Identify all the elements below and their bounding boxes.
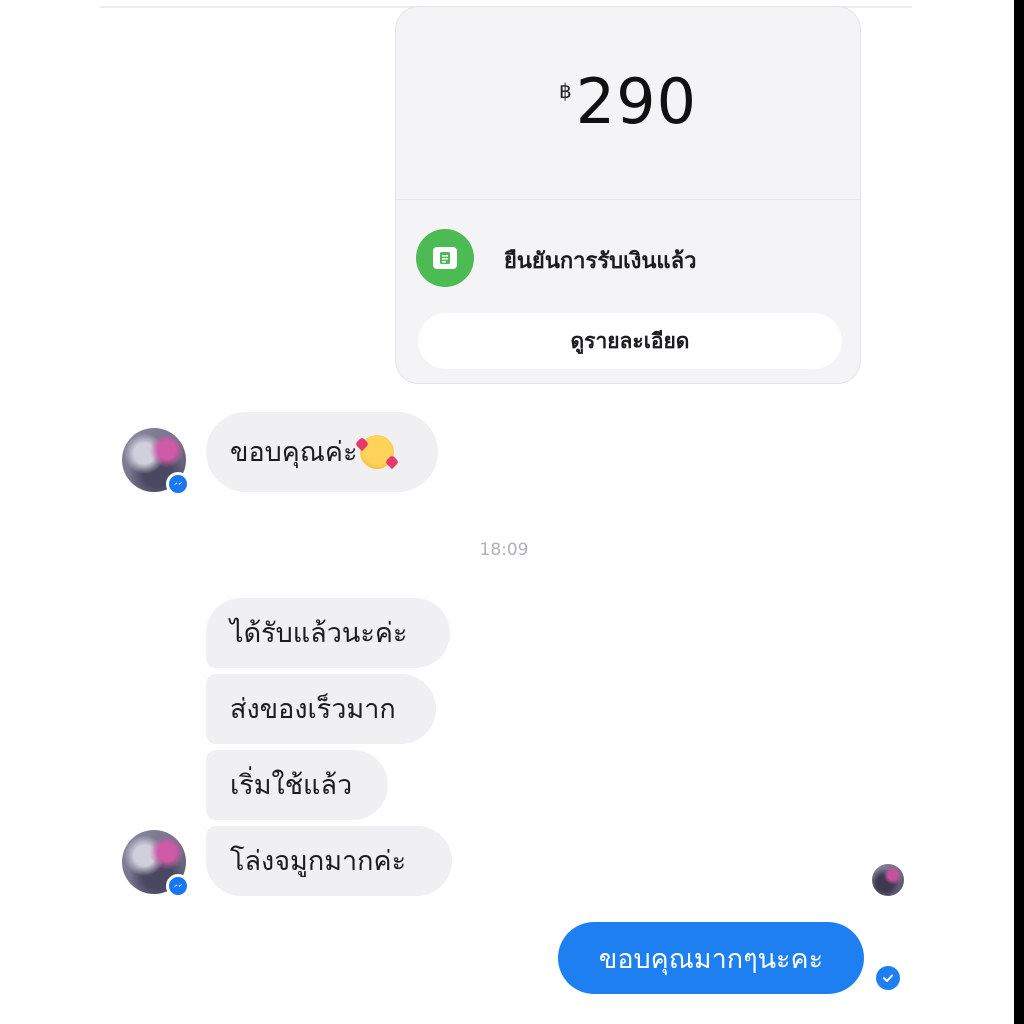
currency-symbol: ฿ xyxy=(558,79,572,103)
card-divider xyxy=(396,199,860,200)
payment-status-text: ยืนยันการรับเงินแล้ว xyxy=(504,249,697,274)
message-bubble[interactable]: ขอบคุณค่ะ xyxy=(206,412,438,492)
amount-value: 290 xyxy=(575,65,698,138)
bill-icon xyxy=(416,229,474,287)
message-bubble[interactable]: เริ่มใช้แล้ว xyxy=(206,750,388,820)
chat-screen: ฿290 ยืนยันการรับเงินแล้ว ดูรายละเอียด ข… xyxy=(0,0,1024,1024)
message-text: ได้รับแล้วนะค่ะ xyxy=(230,617,408,649)
message-text: ขอบคุณมากๆนะคะ xyxy=(598,943,824,975)
message-text: ส่งของเร็วมาก xyxy=(230,693,396,725)
outgoing-message-bubble[interactable]: ขอบคุณมากๆนะคะ xyxy=(558,922,864,994)
message-bubble[interactable]: โล่งจมูกมากค่ะ xyxy=(206,826,452,896)
payment-amount: ฿290 xyxy=(396,65,860,138)
message-timestamp: 18:09 xyxy=(479,540,529,560)
view-details-button[interactable]: ดูรายละเอียด xyxy=(418,313,842,369)
message-bubble[interactable]: ได้รับแล้วนะค่ะ xyxy=(206,598,450,668)
check-circle-icon xyxy=(876,966,900,990)
messenger-icon xyxy=(166,472,190,496)
message-text: ขอบคุณค่ะ xyxy=(230,436,358,468)
message-text: เริ่มใช้แล้ว xyxy=(230,769,353,801)
message-text: โล่งจมูกมากค่ะ xyxy=(230,845,407,877)
frame-border xyxy=(1014,0,1024,1024)
seen-avatar xyxy=(872,864,904,896)
smiling-face-with-hearts-emoji xyxy=(359,435,394,469)
message-bubble[interactable]: ส่งของเร็วมาก xyxy=(206,674,436,744)
payment-card[interactable]: ฿290 ยืนยันการรับเงินแล้ว ดูรายละเอียด xyxy=(395,6,861,384)
messenger-icon xyxy=(166,874,190,898)
bill-glyph-icon xyxy=(440,252,450,264)
